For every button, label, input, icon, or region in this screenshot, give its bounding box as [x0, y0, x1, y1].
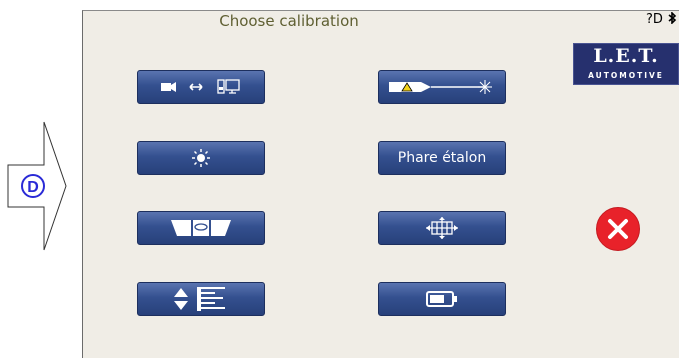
spirit-level-icon: [171, 220, 231, 236]
battery-button[interactable]: [378, 282, 506, 316]
status-text: ?D: [645, 12, 663, 27]
laser-button[interactable]: [378, 70, 506, 104]
close-button[interactable]: [596, 207, 640, 251]
bluetooth-icon: [667, 11, 677, 27]
crosshair-icon: [426, 217, 458, 239]
height-adjust-icon: [174, 287, 225, 311]
let-automotive-logo: L.E.T. AUTOMOTIVE: [573, 43, 679, 85]
brightness-button[interactable]: [137, 141, 265, 175]
close-icon: [608, 219, 628, 239]
page-title: Choose calibration: [219, 12, 359, 30]
camera-to-screen-icon: [161, 79, 240, 94]
logo-brand: L.E.T.: [593, 45, 659, 67]
battery-icon: [426, 291, 457, 307]
level-button[interactable]: [137, 211, 265, 245]
reference-headlight-label: Phare étalon: [397, 150, 487, 166]
side-arrow-indicator: D: [0, 0, 82, 358]
alignment-button[interactable]: [378, 211, 506, 245]
height-adjust-button[interactable]: [137, 282, 265, 316]
camera-to-screen-button[interactable]: [137, 70, 265, 104]
side-indicator-letter: D: [27, 179, 39, 196]
status-area: ?D: [645, 11, 677, 27]
laser-icon: [389, 80, 492, 94]
reference-headlight-button[interactable]: Phare étalon: [378, 141, 506, 175]
sun-icon: [192, 149, 210, 167]
calibration-screen: Choose calibration ?D L.E.T. AUTOMOTIVE: [82, 10, 679, 358]
logo-subtitle: AUTOMOTIVE: [588, 71, 664, 80]
